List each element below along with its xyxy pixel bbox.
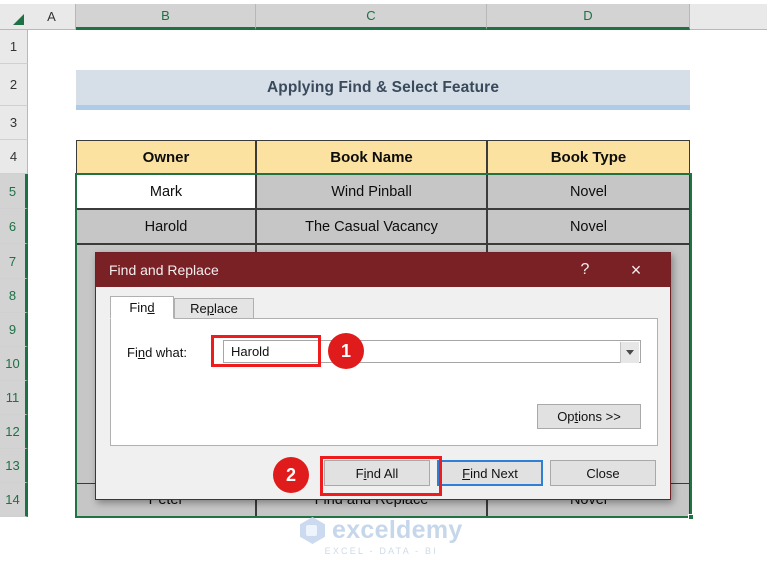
find-what-combobox[interactable]: Harold	[223, 340, 641, 363]
watermark-tagline: EXCEL - DATA - BI	[324, 546, 438, 556]
table-header-book-name[interactable]: Book Name	[256, 140, 487, 175]
table-header-book-type[interactable]: Book Type	[487, 140, 690, 175]
column-header-d[interactable]: D	[487, 4, 690, 30]
options-button-label: Options >>	[557, 409, 621, 424]
row-header-12[interactable]: 12	[0, 415, 28, 449]
column-header-c[interactable]: C	[256, 4, 487, 30]
close-icon[interactable]: ×	[616, 253, 656, 287]
column-header-b[interactable]: B	[76, 4, 256, 30]
annotation-badge-2: 2	[273, 457, 309, 493]
row-header-10[interactable]: 10	[0, 347, 28, 381]
table-cell-book-type-1[interactable]: Novel	[487, 174, 690, 209]
find-what-label: Find what:	[127, 345, 187, 360]
row-header-8[interactable]: 8	[0, 279, 28, 313]
dialog-title-text: Find and Replace	[109, 262, 219, 278]
worksheet-title-cell[interactable]: Applying Find & Select Feature	[76, 70, 690, 105]
row-header-7[interactable]: 7	[0, 244, 28, 279]
close-button[interactable]: Close	[550, 460, 656, 486]
title-underline-accent	[76, 105, 690, 110]
annotation-badge-1: 1	[328, 333, 364, 369]
row-header-2[interactable]: 2	[0, 64, 28, 106]
row-header-3[interactable]: 3	[0, 106, 28, 140]
watermark-name: exceldemy	[332, 516, 463, 544]
table-cell-owner-2[interactable]: Harold	[76, 209, 256, 244]
table-cell-owner-1[interactable]: Mark	[76, 174, 256, 209]
table-cell-book-name-2[interactable]: The Casual Vacancy	[256, 209, 487, 244]
column-header-a[interactable]: A	[28, 4, 76, 30]
table-cell-book-name-1[interactable]: Wind Pinball	[256, 174, 487, 209]
row-header-9[interactable]: 9	[0, 313, 28, 347]
table-header-owner[interactable]: Owner	[76, 140, 256, 175]
row-header-11[interactable]: 11	[0, 381, 28, 415]
screenshot-root: A B C D 1 2 3 4 5 6 7 8 9 10 11 12 13 14…	[0, 0, 767, 562]
help-icon[interactable]: ?	[565, 253, 605, 287]
select-all-corner[interactable]	[0, 4, 28, 30]
close-button-label: Close	[586, 465, 620, 481]
table-cell-book-type-2[interactable]: Novel	[487, 209, 690, 244]
tab-find-label: Find	[129, 300, 155, 315]
select-all-triangle-icon	[13, 14, 24, 25]
row-header-14[interactable]: 14	[0, 483, 28, 517]
column-header-e-partial[interactable]	[690, 4, 767, 30]
find-all-button[interactable]: Find All	[324, 460, 430, 486]
column-header-row: A B C D	[0, 4, 767, 30]
exceldemy-logo-icon	[300, 517, 325, 544]
chevron-down-icon[interactable]	[620, 342, 639, 363]
find-next-button[interactable]: Find Next	[437, 460, 543, 486]
selection-fill-handle[interactable]	[688, 514, 694, 520]
tab-replace-label: Replace	[190, 301, 238, 316]
row-header-6[interactable]: 6	[0, 209, 28, 244]
options-button[interactable]: Options >>	[537, 404, 641, 429]
find-next-button-label: Find Next	[462, 465, 518, 481]
row-header-13[interactable]: 13	[0, 449, 28, 483]
find-what-input[interactable]: Harold	[224, 344, 269, 359]
find-tab-panel: Find what: Harold Options >>	[110, 318, 658, 446]
exceldemy-watermark: exceldemy EXCEL - DATA - BI	[300, 516, 463, 556]
find-all-button-label: Find All	[355, 465, 399, 481]
row-header-5[interactable]: 5	[0, 174, 28, 209]
row-header-4[interactable]: 4	[0, 140, 28, 174]
tab-find[interactable]: Find	[110, 296, 174, 319]
find-and-replace-dialog: Find and Replace ? × Find Replace Find w…	[95, 252, 671, 500]
row-header-1[interactable]: 1	[0, 30, 28, 64]
tab-replace[interactable]: Replace	[174, 298, 254, 319]
